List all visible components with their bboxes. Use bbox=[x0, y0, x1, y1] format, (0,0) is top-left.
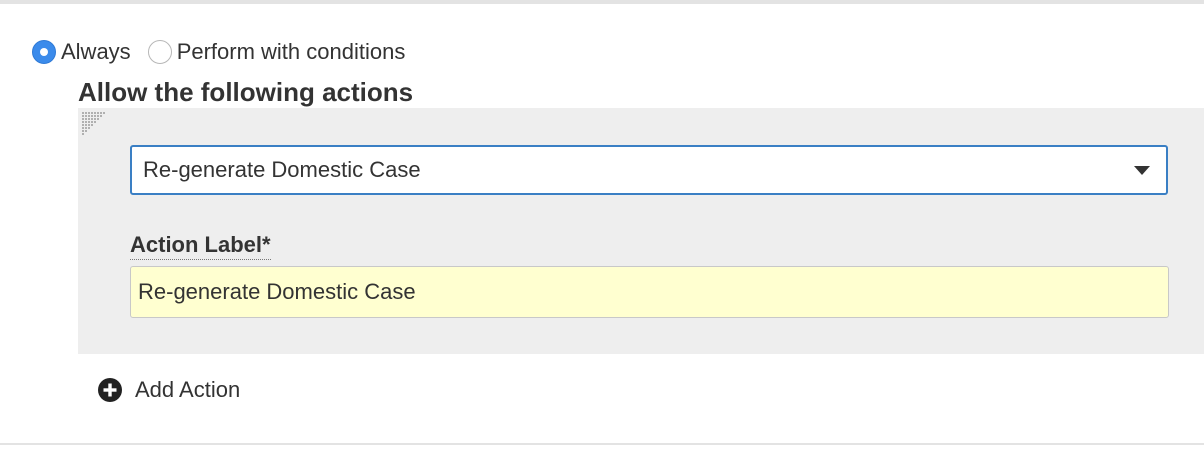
radio-always-label[interactable]: Always bbox=[61, 39, 131, 65]
plus-circle-icon bbox=[98, 378, 122, 402]
chevron-down-icon bbox=[1134, 165, 1150, 175]
top-divider bbox=[0, 0, 1204, 4]
action-type-select[interactable]: Re-generate Domestic Case bbox=[130, 145, 1168, 195]
add-action-button[interactable]: Add Action bbox=[98, 376, 240, 404]
action-type-select-value: Re-generate Domestic Case bbox=[143, 157, 421, 182]
action-label-field-label: Action Label* bbox=[130, 232, 271, 260]
radio-always[interactable] bbox=[32, 40, 56, 64]
add-action-label: Add Action bbox=[135, 377, 241, 402]
bottom-divider bbox=[0, 443, 1204, 445]
drag-handle-icon[interactable] bbox=[82, 112, 106, 136]
action-label-input[interactable] bbox=[130, 266, 1169, 318]
radio-perform-with-conditions-label[interactable]: Perform with conditions bbox=[177, 39, 406, 65]
radio-perform-with-conditions[interactable] bbox=[147, 40, 172, 64]
section-title: Allow the following actions bbox=[78, 77, 414, 107]
action-item-panel: Re-generate Domestic Case Action Label* bbox=[78, 108, 1204, 354]
trigger-mode-radio-group: Always Perform with conditions bbox=[32, 38, 405, 66]
